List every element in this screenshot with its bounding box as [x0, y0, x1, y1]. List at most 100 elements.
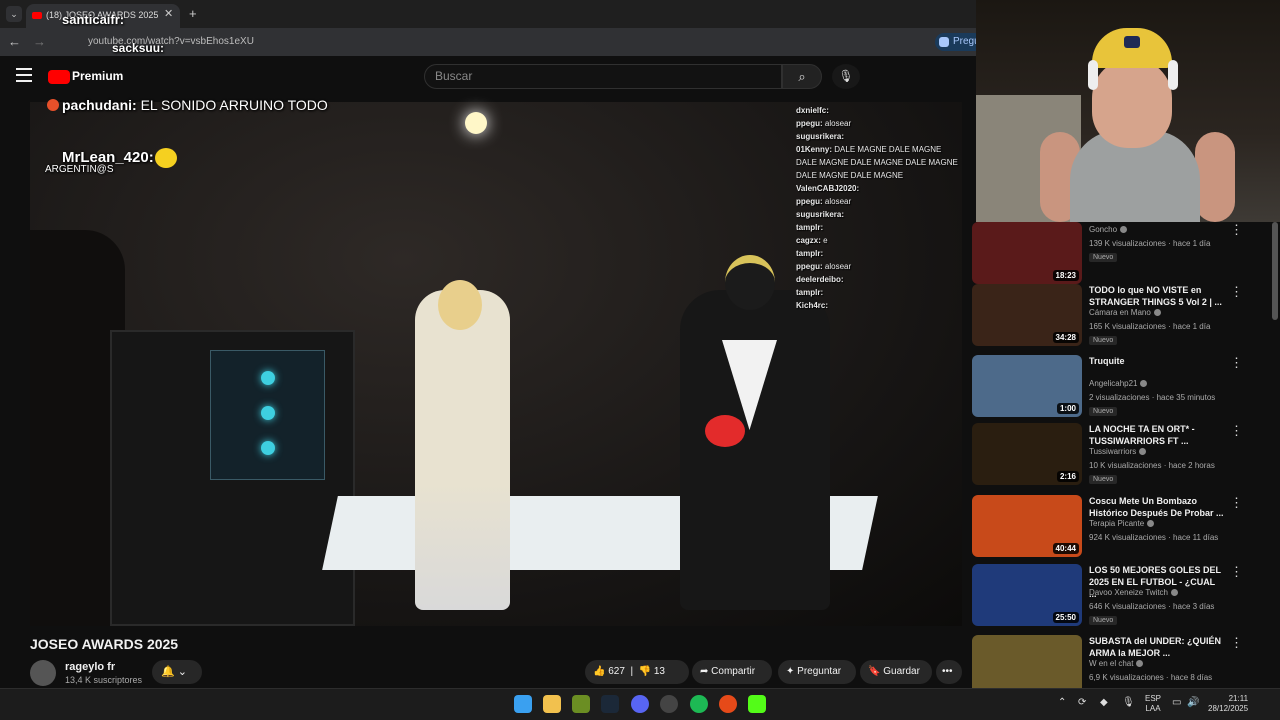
recommendation-item[interactable]: 1:00 Truquite Angelicahp21 2 visualizacione…: [972, 355, 1272, 421]
chat-message: dxnielfc:: [796, 104, 962, 117]
bell-icon: 🔔: [161, 666, 175, 678]
save-label: Guardar: [883, 666, 920, 677]
thumbs-down-icon: 👎: [638, 666, 652, 677]
mic-icon[interactable]: 🎙: [832, 64, 860, 89]
emoji-face-icon: [155, 148, 177, 168]
share-button[interactable]: ➦ Compartir: [692, 660, 772, 684]
recommendation-title[interactable]: Coscu Mete Un Bombazo Histórico Después …: [1089, 495, 1224, 519]
channel-label: Tussiwarriors: [1089, 447, 1137, 456]
new-badge: Nuevo: [1089, 253, 1118, 262]
chat-text: alosear: [824, 119, 852, 128]
new-badge: Nuevo: [1089, 336, 1118, 345]
overlay-top-user: santicaifr:: [62, 12, 125, 27]
recommendation-item[interactable]: 2:16 LA NOCHE TA EN ORT* - TUSSIWARRIORS …: [972, 423, 1272, 489]
recommendation-title[interactable]: LA NOCHE TA EN ORT* - TUSSIWARRIORS FT .…: [1089, 423, 1224, 447]
obs-icon[interactable]: [660, 695, 678, 713]
recommendation-channel[interactable]: Angelicahp21: [1089, 379, 1148, 388]
windows-start-icon[interactable]: [514, 695, 532, 713]
chevron-down-icon: ⌄: [177, 666, 187, 678]
tray-mic-icon[interactable]: 🎙: [1122, 697, 1135, 708]
recommendation-thumbnail[interactable]: 25:50: [972, 564, 1082, 626]
chat-text: alosear: [824, 197, 852, 206]
recommendation-thumbnail[interactable]: 18:23: [972, 222, 1082, 284]
video-stage-light: [465, 112, 487, 134]
more-options-icon[interactable]: ⋮: [1230, 564, 1243, 580]
channel-label: W en el chat: [1089, 659, 1134, 668]
more-options-icon[interactable]: ⋮: [1230, 495, 1243, 511]
chat-username: cagzx:: [796, 236, 821, 245]
search-icon[interactable]: ⌕: [782, 64, 822, 89]
recommendation-thumbnail[interactable]: 1:00: [972, 355, 1082, 417]
recommendation-item[interactable]: 34:28 TODO lo que NO VISTE en STRANGER TH…: [972, 284, 1272, 350]
verified-icon: [1120, 226, 1128, 234]
spotify-icon[interactable]: [690, 695, 708, 713]
tab-list-button[interactable]: ⌄: [6, 6, 22, 22]
recommendation-meta: 646 K visualizaciones · hace 3 días: [1089, 602, 1215, 611]
tray-chevron-up-icon[interactable]: ⌃: [1058, 697, 1066, 708]
recommendation-channel[interactable]: W en el chat: [1089, 659, 1144, 668]
recommendation-channel[interactable]: Tussiwarriors: [1089, 447, 1147, 456]
minecraft-icon[interactable]: [572, 695, 590, 713]
recommendation-item[interactable]: 40:44 Coscu Mete Un Bombazo Histórico Des…: [972, 495, 1272, 561]
recommendation-title[interactable]: TODO lo que NO VISTE en STRANGER THINGS …: [1089, 284, 1224, 308]
ask-button[interactable]: ✦ Preguntar: [778, 660, 856, 684]
channel-label: Goncho: [1089, 225, 1118, 234]
recommendation-channel[interactable]: Terapia Picante: [1089, 519, 1155, 528]
recommendation-thumbnail[interactable]: 40:44: [972, 495, 1082, 557]
system-clock[interactable]: 21:11 28/12/2025: [1208, 694, 1248, 714]
back-arrow-icon[interactable]: ←: [8, 34, 21, 49]
recommendations-scrollbar[interactable]: [1272, 222, 1278, 320]
recommendations-list: 18:23 Goncho 139 K visualizaciones · hace …: [968, 222, 1280, 688]
channel-avatar[interactable]: [30, 660, 56, 686]
subscriber-count: 13,4 K suscriptores: [65, 675, 143, 685]
recommendation-channel[interactable]: Davoo Xeneize Twitch: [1089, 588, 1179, 597]
new-tab-button[interactable]: +: [189, 6, 197, 21]
chat-username: ppegu:: [796, 119, 823, 128]
recommendation-thumbnail[interactable]: 2:16: [972, 423, 1082, 485]
recommendation-item[interactable]: SUBASTA del UNDER: ¿QUIÉN ARMA la MEJOR …: [972, 635, 1272, 688]
hamburger-menu-icon[interactable]: [16, 68, 32, 82]
recommendation-item[interactable]: 25:50 LOS 50 MEJORES GOLES DEL 2025 EN EL…: [972, 564, 1272, 630]
recommendation-thumbnail[interactable]: 34:28: [972, 284, 1082, 346]
tray-app-icon[interactable]: ◆: [1100, 697, 1108, 708]
headphones-left-icon: [1088, 60, 1098, 90]
recommendation-channel[interactable]: Cámara en Mano: [1089, 308, 1161, 317]
language-indicator[interactable]: ESP LAA: [1145, 694, 1161, 714]
recommendation-title[interactable]: Truquite: [1089, 355, 1224, 367]
steam-icon[interactable]: [601, 695, 619, 713]
recommendation-thumbnail[interactable]: [972, 635, 1082, 688]
more-options-icon[interactable]: ⋮: [1230, 355, 1243, 371]
save-button[interactable]: 🔖 Guardar: [860, 660, 932, 684]
overlay-badge: ARGENTIN@S: [45, 164, 114, 175]
discord-icon[interactable]: [631, 695, 649, 713]
more-options-icon[interactable]: ⋮: [1230, 423, 1243, 439]
search-input[interactable]: Buscar: [424, 64, 782, 89]
tray-sync-icon[interactable]: ⟳: [1078, 697, 1086, 708]
chat-message: tamplr:: [796, 221, 962, 234]
file-explorer-icon[interactable]: [543, 695, 561, 713]
more-options-icon[interactable]: ⋮: [1230, 284, 1243, 300]
chrome-icon[interactable]: [719, 695, 737, 713]
volume-icon[interactable]: 🔊: [1187, 697, 1199, 708]
more-actions-icon[interactable]: •••: [936, 660, 962, 684]
more-options-icon[interactable]: ⋮: [1230, 635, 1243, 651]
chat-message: deelerdeibo:: [796, 273, 962, 286]
forward-arrow-icon[interactable]: →: [33, 34, 46, 49]
channel-name[interactable]: rageylo fr: [65, 661, 115, 673]
recommendation-channel[interactable]: Goncho: [1089, 225, 1128, 234]
like-dislike-button[interactable]: 👍 627 | 👎 13: [585, 660, 689, 684]
notification-bell-button[interactable]: 🔔 ⌄: [152, 660, 202, 684]
recommendation-item[interactable]: 18:23 Goncho 139 K visualizaciones · hace …: [972, 222, 1272, 288]
video-title: JOSEO AWARDS 2025: [30, 636, 179, 652]
kick-icon[interactable]: [748, 695, 766, 713]
network-icon[interactable]: ▭: [1172, 697, 1181, 708]
recommendation-title[interactable]: SUBASTA del UNDER: ¿QUIÉN ARMA la MEJOR …: [1089, 635, 1224, 659]
stream-chat-overlay: dxnielfc: ppegu: alosear sugusrikera: 01K…: [796, 104, 962, 312]
close-tab-icon[interactable]: ✕: [164, 7, 173, 20]
chat-username: tamplr:: [796, 249, 824, 258]
more-options-icon[interactable]: ⋮: [1230, 222, 1243, 238]
address-bar[interactable]: youtube.com/watch?v=vsbEhos1eXU: [88, 33, 928, 51]
youtube-logo[interactable]: Premium: [48, 68, 123, 86]
bookmark-icon: 🔖: [868, 666, 881, 677]
headphones-right-icon: [1168, 60, 1178, 90]
